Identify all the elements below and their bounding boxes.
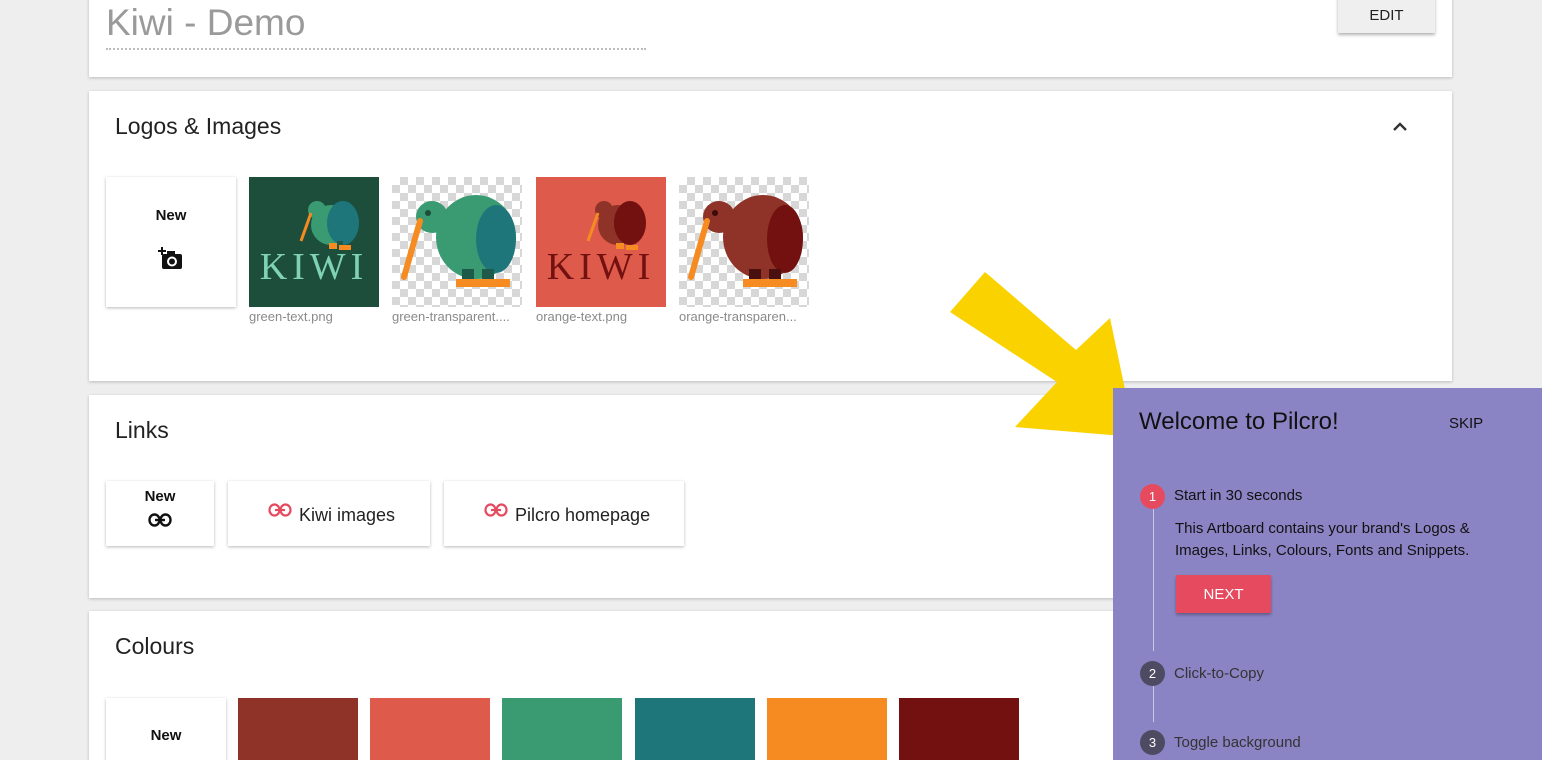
link-icon: [148, 513, 172, 527]
kiwi-bird-icon: [688, 195, 803, 287]
new-colour-label: New: [150, 727, 182, 744]
title-card: Kiwi - Demo EDIT: [89, 0, 1452, 77]
link-label: Pilcro homepage: [515, 505, 651, 525]
colour-swatch[interactable]: [502, 698, 622, 760]
image-caption: green-text.png: [249, 309, 333, 324]
skip-button[interactable]: SKIP: [1449, 415, 1483, 432]
step-connector: [1153, 686, 1154, 722]
kiwi-wordmark: KIWI: [546, 246, 656, 288]
image-thumbnail-orange-transparent[interactable]: [679, 177, 809, 307]
step-number-2[interactable]: 2: [1140, 661, 1165, 686]
image-thumbnail-green-transparent[interactable]: [392, 177, 522, 307]
new-image-label: New: [155, 207, 187, 224]
image-caption: green-transparent....: [392, 309, 510, 324]
section-title-colours: Colours: [115, 633, 195, 659]
welcome-title: Welcome to Pilcro!: [1139, 408, 1339, 435]
new-link-button[interactable]: New: [106, 481, 214, 546]
colour-swatch[interactable]: [635, 698, 755, 760]
step-number-1[interactable]: 1: [1140, 484, 1165, 509]
new-link-label: New: [144, 488, 176, 505]
step-connector: [1153, 508, 1154, 651]
link-label: Kiwi images: [299, 505, 396, 525]
kiwi-wordmark: KIWI: [259, 246, 369, 288]
section-title-logos: Logos & Images: [115, 113, 282, 139]
edit-button[interactable]: EDIT: [1338, 0, 1435, 33]
step-number-3[interactable]: 3: [1140, 730, 1165, 755]
step-label-3[interactable]: Toggle background: [1174, 734, 1301, 751]
colour-swatch[interactable]: [238, 698, 358, 760]
image-thumbnail-orange-text[interactable]: KIWI: [536, 177, 666, 307]
artboard-title[interactable]: Kiwi - Demo: [106, 2, 305, 44]
colour-swatch[interactable]: [899, 698, 1019, 760]
new-image-button[interactable]: New: [106, 177, 236, 307]
logos-card: Logos & Images New KIWI KIWI green-text.…: [89, 91, 1452, 381]
image-caption: orange-text.png: [536, 309, 628, 324]
new-colour-button[interactable]: New: [106, 698, 226, 760]
next-button[interactable]: NEXT: [1176, 575, 1271, 613]
welcome-panel: Welcome to Pilcro! SKIP 1 Start in 30 se…: [1113, 388, 1542, 760]
step-label-2[interactable]: Click-to-Copy: [1174, 665, 1264, 682]
image-caption: orange-transparen...: [679, 309, 797, 324]
link-card-pilcro-homepage[interactable]: Pilcro homepage: [444, 481, 684, 546]
image-thumbnail-green-text[interactable]: KIWI: [249, 177, 379, 307]
step-description: This Artboard contains your brand's Logo…: [1175, 520, 1470, 559]
step-label-1[interactable]: Start in 30 seconds: [1174, 487, 1302, 504]
section-title-links: Links: [115, 417, 169, 443]
kiwi-bird-icon: [401, 195, 516, 287]
link-icon: [484, 503, 508, 517]
link-icon: [268, 503, 292, 517]
link-card-kiwi-images[interactable]: Kiwi images: [228, 481, 430, 546]
title-underline: [106, 48, 646, 50]
add-photo-icon: [158, 247, 182, 269]
colour-swatch[interactable]: [767, 698, 887, 760]
chevron-up-icon[interactable]: [1389, 117, 1411, 137]
colour-swatch[interactable]: [370, 698, 490, 760]
